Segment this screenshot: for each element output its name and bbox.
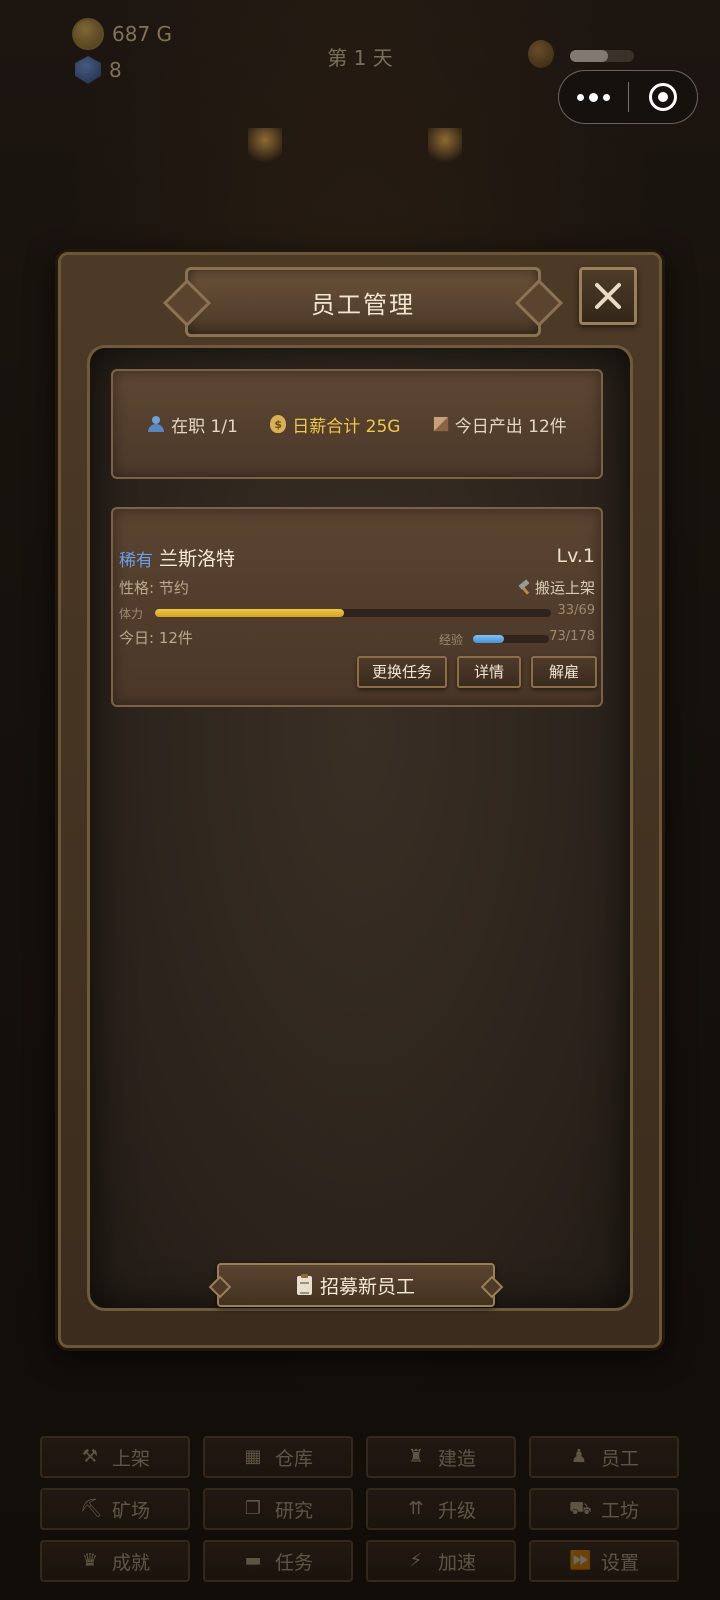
- nav-button-4[interactable]: ⛏ 矿场: [40, 1488, 190, 1530]
- nav-button-7[interactable]: ⛟ 工坊: [529, 1488, 679, 1530]
- modal-title-plate: 员工管理: [185, 267, 541, 337]
- employee-management-modal: 员工管理 在职 1/1 日薪合计 25G 今日产出 12件 稀有 兰斯洛特 Lv…: [58, 252, 662, 1348]
- daily-wage-text: 日薪合计 25G: [292, 416, 401, 437]
- modal-title: 员工管理: [311, 290, 415, 319]
- dot-icon: [576, 93, 584, 101]
- nav-button-label: 研究: [274, 1499, 313, 1522]
- nav-button-label: 设置: [600, 1551, 639, 1574]
- nav-button-label: 成就: [111, 1551, 150, 1574]
- nav-button-label: 升级: [437, 1499, 476, 1522]
- nav-button-2[interactable]: ♜ 建造: [366, 1436, 516, 1478]
- pickaxe-icon: ⛏: [79, 1498, 103, 1519]
- employee-level: Lv.1: [556, 545, 595, 567]
- dismiss-button[interactable]: 解雇: [531, 656, 597, 688]
- book-icon: ❐: [244, 1498, 262, 1519]
- change-task-button[interactable]: 更换任务: [357, 656, 447, 688]
- chandelier-icon: [248, 128, 282, 168]
- nav-button-9[interactable]: ▬ 任务: [203, 1540, 353, 1582]
- close-icon: [595, 283, 621, 309]
- more-menu-button[interactable]: [559, 71, 628, 123]
- recruit-label: 招募新员工: [319, 1275, 415, 1298]
- money-bag-icon: [270, 415, 287, 433]
- nav-button-label: 员工: [600, 1447, 639, 1470]
- exp-value: 73/178: [549, 629, 595, 644]
- today-output: 今日: 12件: [119, 629, 193, 647]
- nav-button-6[interactable]: ⇈ 升级: [366, 1488, 516, 1530]
- employee-name: 兰斯洛特: [159, 548, 236, 570]
- energy-bar: [570, 50, 634, 62]
- blocks-icon: ▬: [244, 1550, 262, 1571]
- stamina-label: 体力: [119, 607, 144, 621]
- nav-button-8[interactable]: ♛ 成就: [40, 1540, 190, 1582]
- box-icon: [432, 416, 449, 432]
- trophy-icon: ♛: [81, 1550, 99, 1571]
- nav-button-label: 仓库: [274, 1447, 313, 1470]
- bottom-nav: ⚒ 上架 ▦ 仓库 ♜ 建造 ♟ 员工 ⛏ 矿场 ❐ 研究 ⇈ 升级 ⛟ 工坊 ♛ 成就 ▬ 任务 ⚡ 加速 ⏩ 设置: [40, 1436, 680, 1582]
- miniprogram-capsule: [558, 70, 698, 124]
- fast-forward-icon: ⏩: [568, 1550, 592, 1571]
- person-icon: ♟: [570, 1446, 588, 1467]
- cart-icon: ⛟: [568, 1498, 592, 1519]
- nav-button-label: 任务: [274, 1551, 313, 1574]
- nav-button-label: 加速: [437, 1551, 476, 1574]
- nav-button-0[interactable]: ⚒ 上架: [40, 1436, 190, 1478]
- dot-icon: [602, 93, 610, 101]
- nav-button-5[interactable]: ❐ 研究: [203, 1488, 353, 1530]
- employee-trait: 性格: 节约: [119, 579, 189, 597]
- daily-output-text: 今日产出 12件: [454, 416, 567, 437]
- daily-wage-stat: 日薪合计 25G: [270, 412, 400, 437]
- employee-task: 搬运上架: [517, 577, 595, 598]
- recruit-employee-button[interactable]: 招募新员工: [217, 1263, 495, 1307]
- lightning-icon: ⚡: [409, 1550, 423, 1571]
- staff-count-text: 在职 1/1: [171, 416, 238, 437]
- exp-fill: [473, 635, 505, 643]
- nav-button-1[interactable]: ▦ 仓库: [203, 1436, 353, 1478]
- nav-button-label: 工坊: [600, 1499, 639, 1522]
- nav-button-label: 上架: [111, 1447, 150, 1470]
- close-modal-button[interactable]: [579, 267, 637, 325]
- target-circle-icon: [648, 83, 677, 111]
- exp-label: 经验: [439, 633, 464, 647]
- stamina-value: 33/69: [557, 603, 595, 618]
- nav-button-3[interactable]: ♟ 员工: [529, 1436, 679, 1478]
- chandelier-icon: [428, 128, 462, 168]
- employee-task-text: 搬运上架: [534, 579, 595, 597]
- staff-stats-panel: 在职 1/1 日薪合计 25G 今日产出 12件: [111, 369, 603, 479]
- nav-button-10[interactable]: ⚡ 加速: [366, 1540, 516, 1582]
- gourd-icon: [528, 40, 554, 68]
- nav-button-label: 矿场: [111, 1499, 150, 1522]
- modal-content-area: [87, 345, 633, 1311]
- rarity-label: 稀有: [119, 551, 153, 571]
- hammer-icon: ⚒: [81, 1446, 99, 1467]
- exp-bar: [473, 635, 549, 643]
- stamina-fill: [155, 609, 345, 617]
- daily-output-stat: 今日产出 12件: [432, 412, 567, 437]
- energy-fill: [570, 50, 609, 62]
- employee-card: 稀有 兰斯洛特 Lv.1 性格: 节约 搬运上架 体力 33/69 今日: 12…: [111, 507, 603, 707]
- clipboard-icon: [296, 1273, 312, 1295]
- dot-icon: [588, 92, 598, 102]
- nav-button-11[interactable]: ⏩ 设置: [529, 1540, 679, 1582]
- nav-button-label: 建造: [437, 1447, 476, 1470]
- hammer-icon: [517, 581, 531, 595]
- staff-count-stat: 在职 1/1: [147, 412, 238, 437]
- building-icon: ♜: [407, 1446, 425, 1467]
- details-button[interactable]: 详情: [457, 656, 521, 688]
- box-icon: ▦: [244, 1446, 262, 1467]
- exit-miniprogram-button[interactable]: [629, 71, 698, 123]
- stamina-bar: [155, 609, 551, 617]
- people-icon: [147, 416, 165, 432]
- double-up-icon: ⇈: [408, 1498, 424, 1519]
